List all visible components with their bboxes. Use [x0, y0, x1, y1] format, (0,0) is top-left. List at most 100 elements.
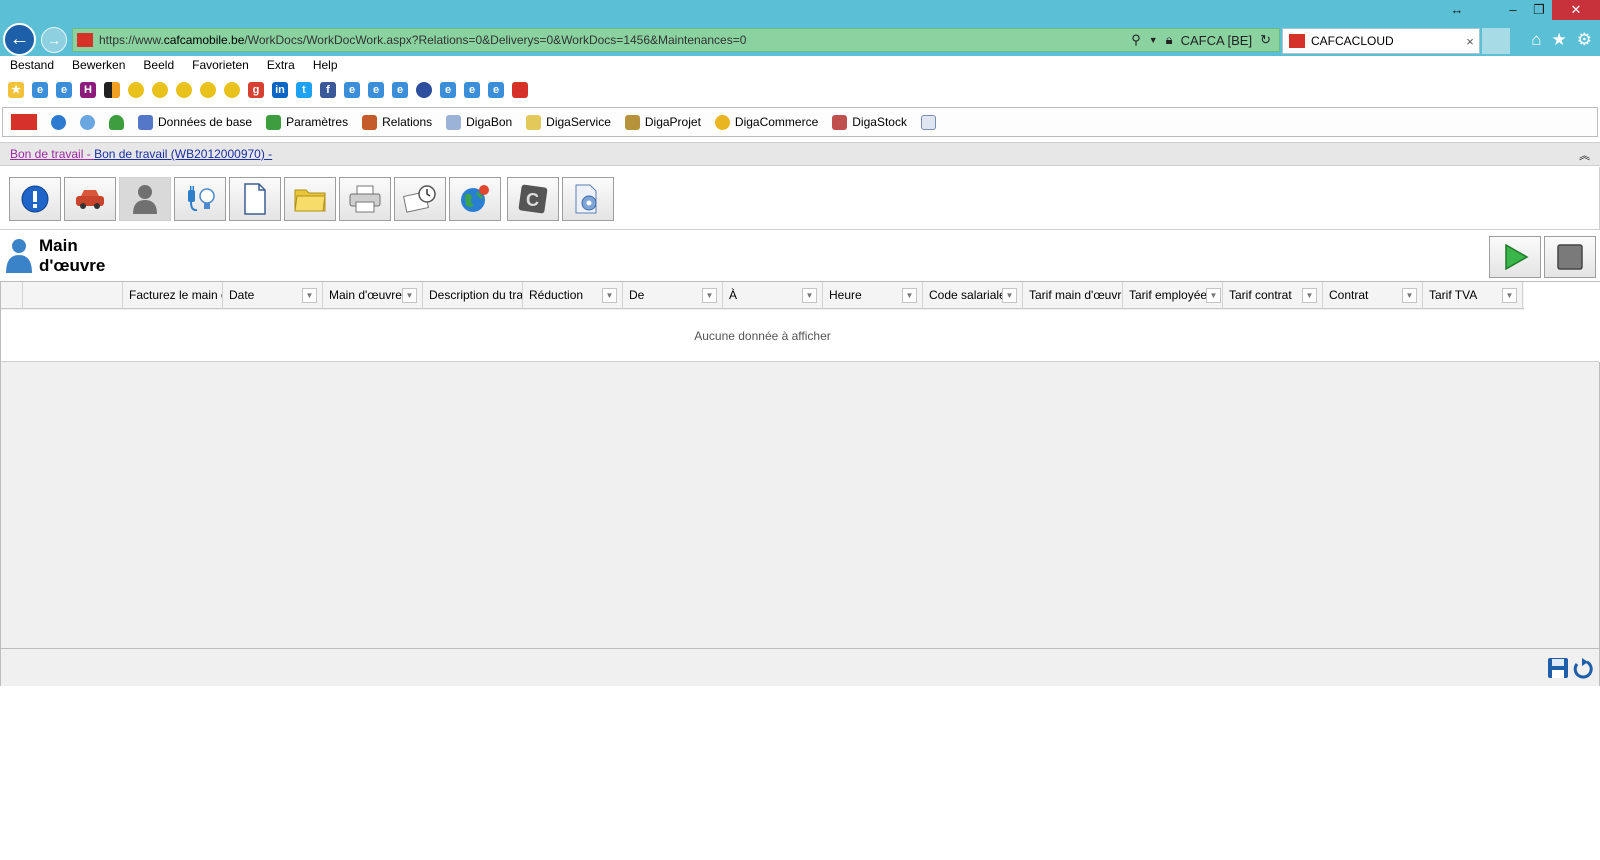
timesheet-button[interactable] — [394, 177, 446, 221]
facebook-icon[interactable]: f — [320, 82, 336, 98]
tab-close-icon[interactable]: × — [1461, 34, 1479, 49]
twitter-icon[interactable]: t — [296, 82, 312, 98]
settings-document-button[interactable] — [562, 177, 614, 221]
chevron-down-icon[interactable]: ▼ — [1149, 35, 1158, 45]
cafca-logo-icon[interactable] — [11, 114, 37, 130]
filter-dropdown-icon[interactable]: ▼ — [902, 288, 917, 303]
restore-button[interactable]: ❐ — [1526, 0, 1552, 20]
column-header-reduction[interactable]: Réduction ▼ — [523, 282, 623, 309]
column-header-actions[interactable] — [23, 282, 123, 309]
minimize-button[interactable]: – — [1500, 0, 1526, 20]
globe-icon[interactable] — [51, 114, 66, 130]
menu-help[interactable]: Help — [303, 56, 346, 76]
browser-tab[interactable]: CAFCACLOUD × — [1282, 28, 1480, 54]
stop-button[interactable] — [1544, 236, 1596, 278]
print-button[interactable] — [339, 177, 391, 221]
cafca-icon[interactable] — [512, 82, 528, 98]
menu-extra[interactable]: Extra — [257, 56, 303, 76]
filter-dropdown-icon[interactable]: ▼ — [1302, 288, 1317, 303]
document-button[interactable] — [229, 177, 281, 221]
column-header-tarif-employee[interactable]: Tarif employée ▼ — [1123, 282, 1223, 309]
cafca-button[interactable]: C — [507, 177, 559, 221]
save-icon[interactable] — [1547, 657, 1569, 679]
bookmark-icon[interactable] — [128, 82, 144, 98]
close-window-button[interactable]: ✕ — [1552, 0, 1600, 20]
filter-dropdown-icon[interactable]: ▼ — [1002, 288, 1017, 303]
bookmark-icon[interactable] — [224, 82, 240, 98]
breadcrumb-current-document[interactable]: Bon de travail (WB2012000970) - — [94, 147, 272, 161]
toolbar-parametres[interactable]: Paramètres — [266, 114, 348, 130]
column-header-tarif-main-doeuvre[interactable]: Tarif main d'œuvr — [1023, 282, 1123, 309]
materials-button[interactable] — [174, 177, 226, 221]
back-button[interactable]: ← — [3, 23, 36, 56]
checklist-icon[interactable] — [920, 114, 936, 130]
column-header-facturez[interactable]: Facturez le main d — [123, 282, 223, 309]
google-plus-icon[interactable]: g — [248, 82, 264, 98]
ie-icon[interactable]: e — [440, 82, 456, 98]
ie-icon[interactable]: e — [392, 82, 408, 98]
toolbar-digastock[interactable]: DigaStock — [832, 114, 907, 130]
add-favorite-icon[interactable]: ★ — [8, 82, 24, 98]
menu-bestand[interactable]: Bestand — [0, 56, 62, 76]
site-identity[interactable]: CAFCA [BE] — [1181, 33, 1253, 48]
column-header-contrat[interactable]: Contrat ▼ — [1323, 282, 1423, 309]
ie-icon[interactable]: e — [488, 82, 504, 98]
h-icon[interactable]: H — [80, 82, 96, 98]
ie-icon[interactable]: e — [56, 82, 72, 98]
toolbar-relations[interactable]: Relations — [362, 114, 432, 130]
toolbar-digaprojet[interactable]: DigaProjet — [624, 114, 701, 130]
vehicle-button[interactable] — [64, 177, 116, 221]
filter-dropdown-icon[interactable]: ▼ — [1206, 288, 1221, 303]
filter-dropdown-icon[interactable]: ▼ — [702, 288, 717, 303]
refresh-icon[interactable]: ↻ — [1260, 32, 1271, 48]
sync-icon[interactable] — [80, 114, 95, 130]
lock-icon[interactable]: 🔒︎ — [1166, 32, 1173, 48]
bookmark-icon[interactable] — [200, 82, 216, 98]
bookmark-icon[interactable] — [152, 82, 168, 98]
bookmark-icon[interactable] — [176, 82, 192, 98]
filter-dropdown-icon[interactable]: ▼ — [402, 288, 417, 303]
toolbar-digaservice[interactable]: DigaService — [526, 114, 611, 130]
settings-gear-icon[interactable]: ⚙ — [1577, 30, 1592, 50]
filter-dropdown-icon[interactable]: ▼ — [1502, 288, 1517, 303]
column-header-date[interactable]: Date ▼ — [223, 282, 323, 309]
toolbar-digabon[interactable]: DigaBon — [446, 114, 512, 130]
menu-bewerken[interactable]: Bewerken — [62, 56, 133, 76]
column-header-description[interactable]: Description du trav — [423, 282, 523, 309]
toolbar-digacommerce[interactable]: DigaCommerce — [714, 114, 818, 130]
forward-button[interactable]: → — [41, 27, 67, 53]
menu-beeld[interactable]: Beeld — [133, 56, 182, 76]
home-icon[interactable]: ⌂ — [1531, 30, 1541, 50]
ie-icon[interactable]: e — [464, 82, 480, 98]
labour-button[interactable] — [119, 177, 171, 221]
url-text[interactable]: https://www.cafcamobile.be/WorkDocs/Work… — [99, 33, 1131, 47]
column-header-tarif-tva[interactable]: Tarif TVA ▼ — [1423, 282, 1523, 309]
breadcrumb-bon-de-travail[interactable]: Bon de travail — [10, 147, 83, 161]
user-icon[interactable] — [109, 114, 124, 130]
address-bar[interactable]: https://www.cafcamobile.be/WorkDocs/Work… — [72, 28, 1280, 52]
column-header-main-doeuvre[interactable]: Main d'œuvre ▼ — [323, 282, 423, 309]
info-button[interactable] — [9, 177, 61, 221]
toolbar-donnees-de-base[interactable]: Données de base — [138, 114, 252, 130]
ie-icon[interactable]: e — [368, 82, 384, 98]
collapse-icon[interactable]: ︽ — [1579, 147, 1590, 163]
ie-icon[interactable]: e — [32, 82, 48, 98]
filter-dropdown-icon[interactable]: ▼ — [602, 288, 617, 303]
undo-icon[interactable] — [1571, 657, 1593, 679]
column-header-de[interactable]: De ▼ — [623, 282, 723, 309]
column-header-code-salariale[interactable]: Code salariale ▼ — [923, 282, 1023, 309]
ie-icon[interactable]: e — [344, 82, 360, 98]
column-header-a[interactable]: À ▼ — [723, 282, 823, 309]
filter-dropdown-icon[interactable]: ▼ — [802, 288, 817, 303]
new-tab-button[interactable] — [1482, 28, 1510, 54]
column-header-tarif-contrat[interactable]: Tarif contrat ▼ — [1223, 282, 1323, 309]
filter-dropdown-icon[interactable]: ▼ — [302, 288, 317, 303]
globe-icon[interactable] — [416, 82, 432, 98]
folder-button[interactable] — [284, 177, 336, 221]
start-button[interactable] — [1489, 236, 1541, 278]
linkedin-icon[interactable]: in — [272, 82, 288, 98]
column-header-heure[interactable]: Heure ▼ — [823, 282, 923, 309]
filter-dropdown-icon[interactable]: ▼ — [1402, 288, 1417, 303]
search-icon[interactable]: ⚲ — [1131, 32, 1141, 48]
column-header-select[interactable] — [1, 282, 23, 309]
